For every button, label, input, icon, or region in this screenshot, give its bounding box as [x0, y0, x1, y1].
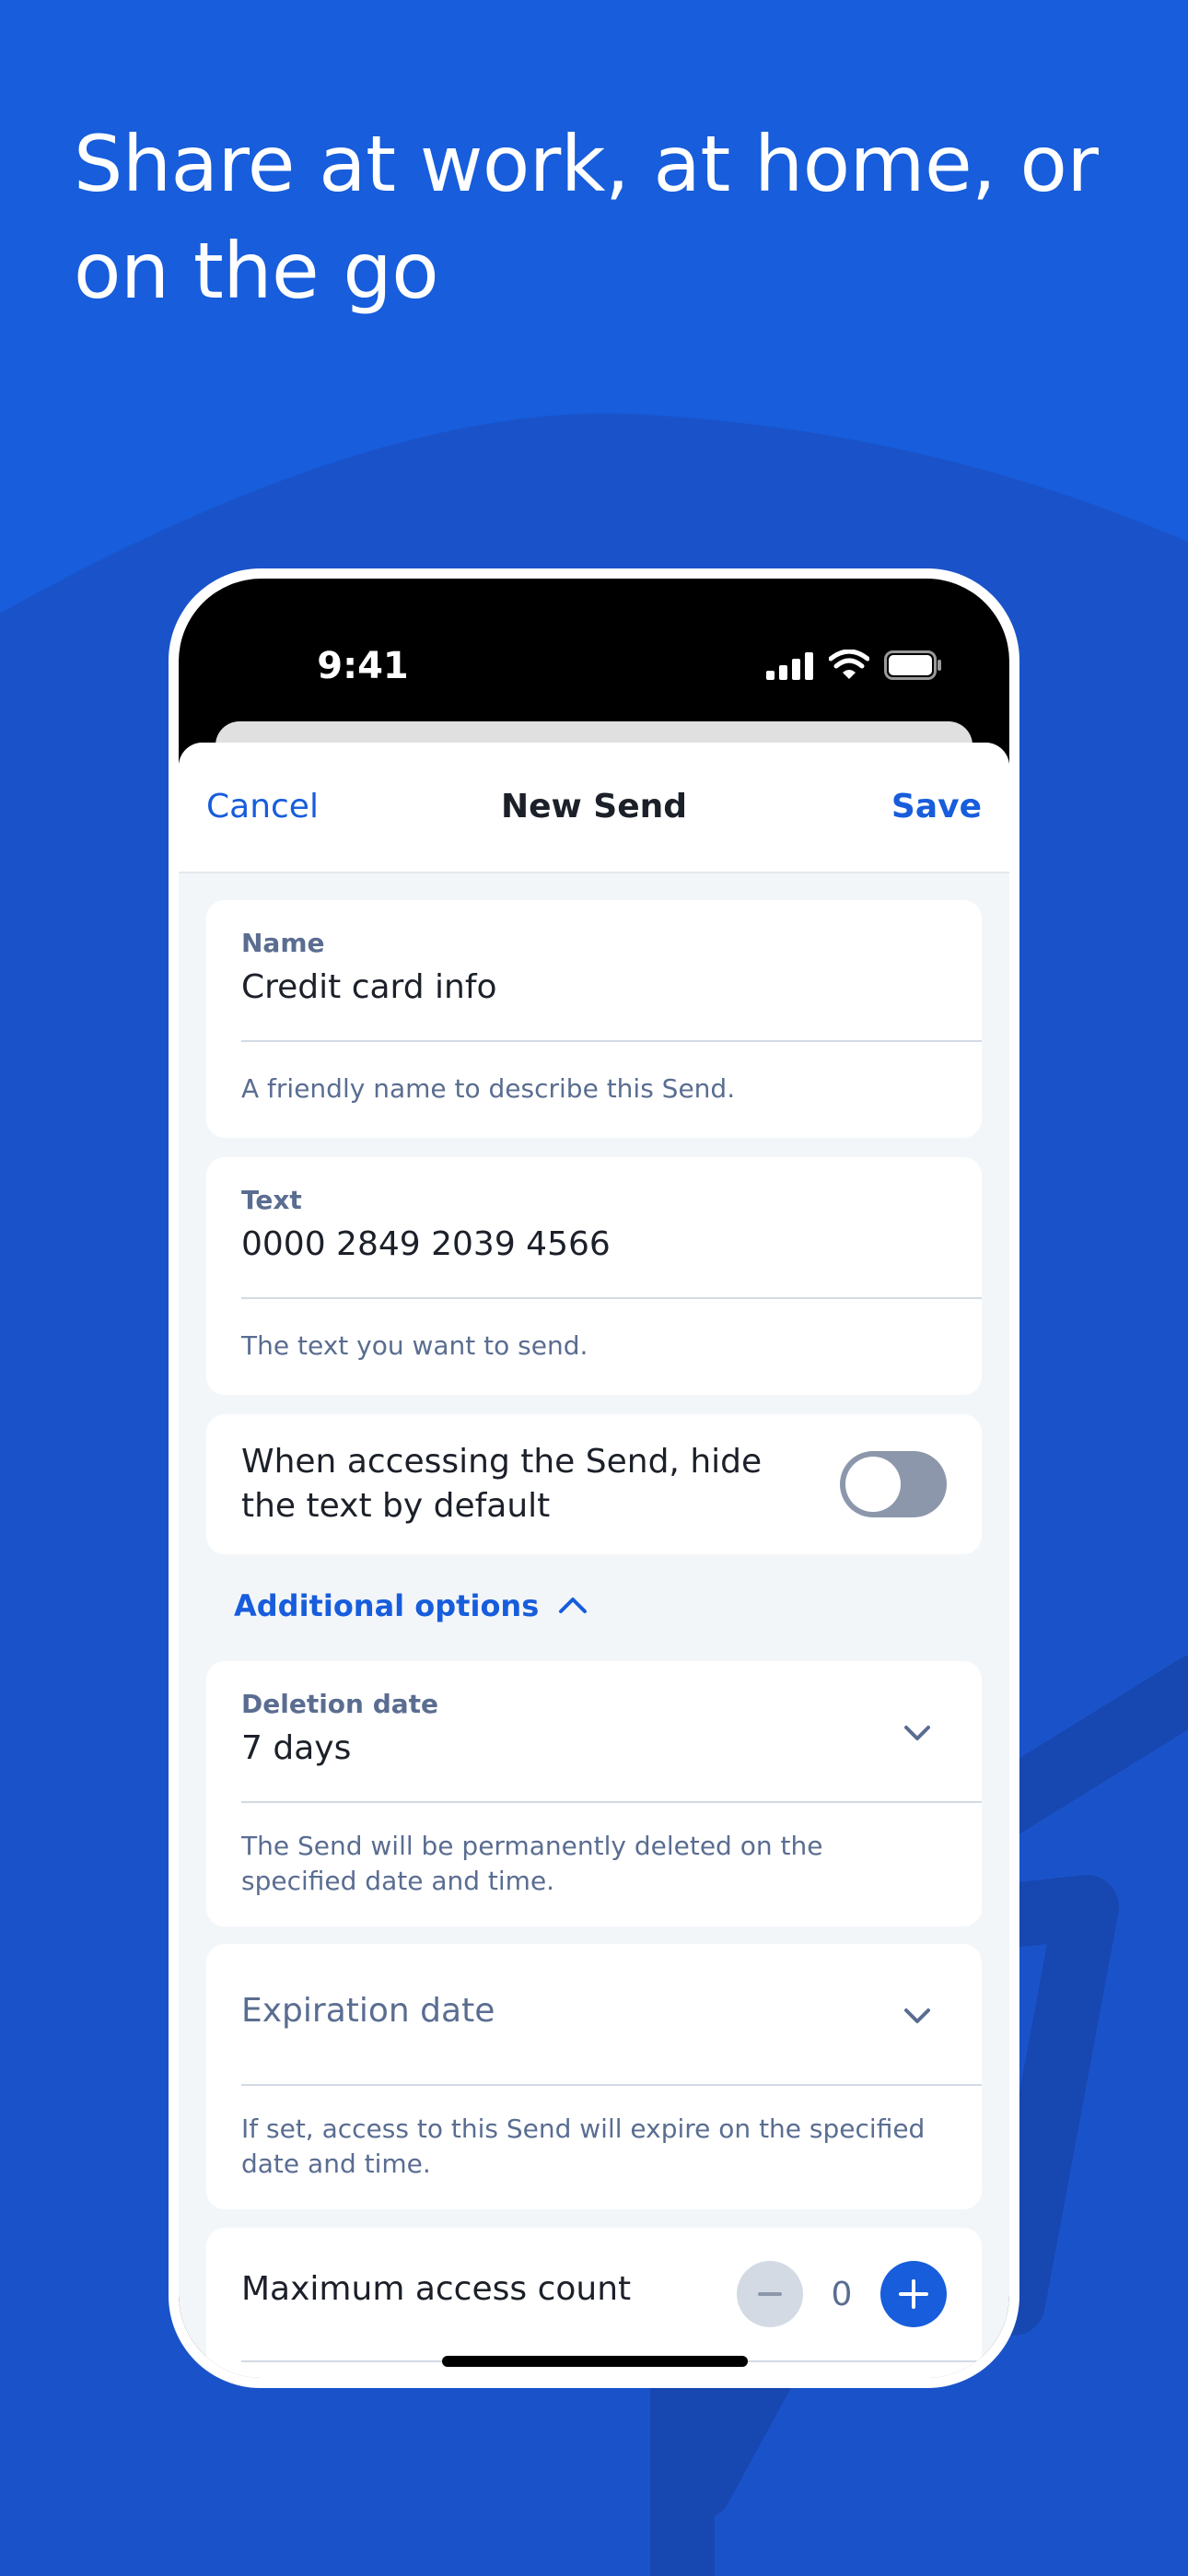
headline: Share at work, at home, or on the go — [74, 119, 1099, 316]
name-field-card[interactable]: Name Credit card info A friendly name to… — [206, 900, 982, 1138]
home-indicator — [442, 2356, 748, 2367]
chevron-up-icon — [559, 1598, 588, 1613]
deletion-date-card[interactable]: Deletion date 7 days The Send will be pe… — [206, 1661, 982, 1926]
expiration-date-input[interactable]: Expiration date — [241, 1992, 495, 2030]
max-access-label: Maximum access count — [241, 2270, 632, 2308]
save-button[interactable]: Save — [891, 743, 982, 872]
plus-icon — [899, 2279, 928, 2309]
name-input[interactable]: Credit card info — [241, 968, 497, 1006]
chevron-down-icon[interactable] — [899, 1715, 936, 1751]
text-divider — [241, 1297, 982, 1299]
text-field-card[interactable]: Text 0000 2849 2039 4566 The text you wa… — [206, 1157, 982, 1395]
navigation-bar: Cancel New Send Save — [179, 743, 1009, 873]
name-helper-text: A friendly name to describe this Send. — [241, 1073, 736, 1104]
minus-icon — [758, 2292, 782, 2296]
additional-options-label: Additional options — [234, 1588, 540, 1623]
phone-screen: 9:41 Cancel New Send Save Name Credit ca… — [179, 579, 1009, 2378]
deletion-date-value[interactable]: 7 days — [241, 1729, 351, 1767]
signal-icon — [766, 652, 813, 680]
new-send-sheet: Cancel New Send Save Name Credit card in… — [179, 743, 1009, 2378]
expiration-helper-text: If set, access to this Send will expire … — [241, 2113, 926, 2179]
hide-text-card: When accessing the Send, hide the text b… — [206, 1414, 982, 1554]
phone-frame: 9:41 Cancel New Send Save Name Credit ca… — [169, 568, 1019, 2388]
battery-icon — [884, 650, 941, 680]
deletion-divider — [241, 1801, 982, 1803]
name-divider — [241, 1040, 982, 1042]
decrement-button[interactable] — [737, 2261, 803, 2327]
expiration-date-card[interactable]: Expiration date If set, access to this S… — [206, 1944, 982, 2209]
expiration-divider — [241, 2084, 982, 2086]
max-access-value: 0 — [831, 2276, 853, 2313]
wifi-icon — [829, 650, 869, 679]
additional-options-toggle[interactable]: Additional options — [234, 1578, 588, 1633]
increment-button[interactable] — [880, 2261, 947, 2327]
hide-text-label: When accessing the Send, hide the text b… — [241, 1443, 763, 1525]
chevron-down-icon[interactable] — [899, 1997, 936, 2034]
hide-text-toggle[interactable] — [840, 1451, 947, 1517]
text-input[interactable]: 0000 2849 2039 4566 — [241, 1225, 611, 1263]
toggle-knob — [845, 1457, 901, 1512]
deletion-helper-text: The Send will be permanently deleted on … — [241, 1831, 823, 1896]
text-field-label: Text — [241, 1185, 302, 1215]
name-field-label: Name — [241, 928, 325, 958]
status-time: 9:41 — [317, 645, 409, 687]
deletion-date-label: Deletion date — [241, 1689, 439, 1719]
status-icons — [766, 647, 943, 684]
text-helper-text: The text you want to send. — [241, 1330, 588, 1361]
page-title: New Send — [500, 788, 688, 825]
